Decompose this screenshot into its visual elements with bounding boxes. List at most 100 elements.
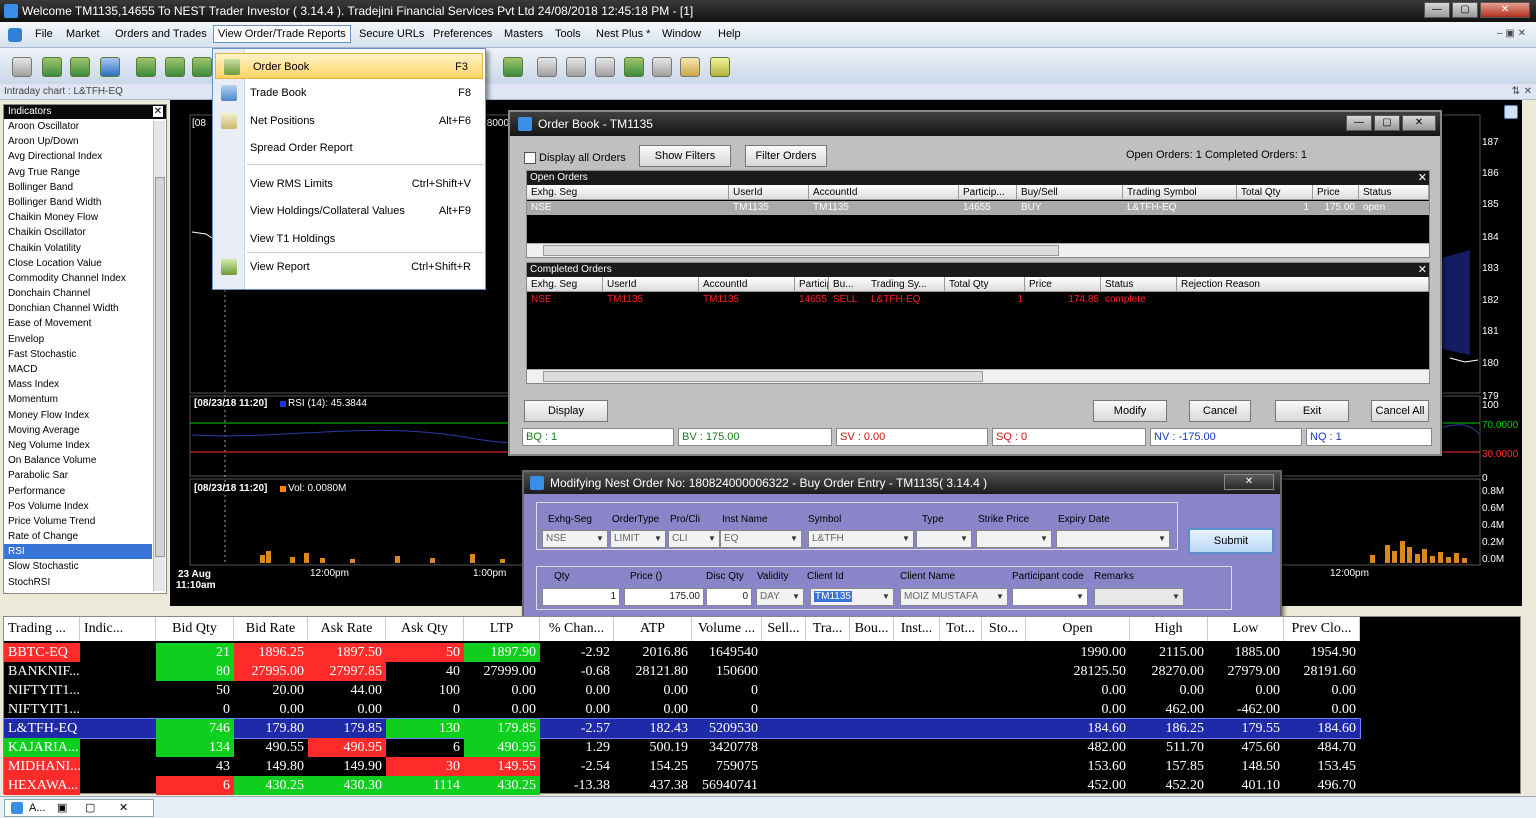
chevron-down-icon[interactable]: ▼: [880, 590, 892, 604]
modify-field-remarks[interactable]: ▼: [1094, 588, 1184, 606]
indicator-item[interactable]: Chaikin Volatility: [4, 241, 152, 256]
toolbar-button-11[interactable]: [595, 57, 615, 77]
completed-orders-column-header[interactable]: Rejection Reason: [1177, 277, 1429, 292]
market-watch-column-header[interactable]: Trading ...: [4, 617, 80, 641]
menu-window[interactable]: Window: [658, 27, 705, 41]
indicator-item[interactable]: Commodity Channel Index: [4, 271, 152, 286]
market-watch-row[interactable]: MIDHANI... 43 149.80 149.90 30 149.55 -2.54 154…: [4, 757, 1360, 776]
toolbar-button-13[interactable]: [652, 57, 672, 77]
hscroll-thumb[interactable]: [543, 245, 1059, 256]
modify-field-expiry-date[interactable]: ▼: [1056, 530, 1170, 548]
display-button[interactable]: Display: [524, 400, 608, 422]
taskbar-close-icon[interactable]: ✕: [119, 801, 128, 814]
market-watch-column-header[interactable]: Volume ...: [692, 617, 762, 641]
open-orders-column-header[interactable]: Exhg. Seg: [527, 185, 729, 200]
indicator-item[interactable]: Rate of Change: [4, 529, 152, 544]
pin-icon[interactable]: ⇅: [1512, 84, 1520, 99]
modify-order-close[interactable]: ✕: [1224, 474, 1274, 490]
completed-orders-close-icon[interactable]: ✕: [1418, 263, 1427, 276]
market-watch-column-header[interactable]: Sell...: [762, 617, 806, 641]
indicator-item[interactable]: On Balance Volume: [4, 453, 152, 468]
menu-item-view-holdings[interactable]: View Holdings/Collateral Values Alt+F9: [213, 198, 485, 224]
chevron-down-icon[interactable]: ▼: [594, 532, 606, 546]
show-filters-button[interactable]: Show Filters: [639, 145, 731, 167]
market-watch-column-header[interactable]: Bid Rate: [234, 617, 308, 641]
chevron-down-icon[interactable]: ▼: [1170, 590, 1182, 604]
modify-field-validity[interactable]: DAY ▼: [756, 588, 804, 606]
mdi-controls-icon[interactable]: – ▣ ✕: [1497, 28, 1526, 39]
chevron-down-icon[interactable]: ▼: [706, 532, 718, 546]
market-watch-row[interactable]: L&TFH-EQ 746 179.80 179.85 130 179.85 -2.57 182…: [3, 718, 1361, 739]
market-watch-column-header[interactable]: ATP: [614, 617, 692, 641]
filter-orders-button[interactable]: Filter Orders: [745, 145, 827, 167]
toolbar-button-5[interactable]: [136, 57, 156, 77]
modify-field-price-[interactable]: 175.00: [624, 588, 704, 606]
market-watch-column-header[interactable]: Tra...: [806, 617, 850, 641]
market-watch-row[interactable]: BBTC-EQ 21 1896.25 1897.50 50 1897.90 -2.92 201…: [4, 643, 1360, 662]
modify-field-ordertype[interactable]: LIMIT ▼: [610, 530, 666, 548]
market-watch-column-header[interactable]: LTP: [464, 617, 540, 641]
menu-help[interactable]: Help: [714, 27, 745, 41]
indicator-item[interactable]: Donchian Channel Width: [4, 301, 152, 316]
indicator-item[interactable]: Close Location Value: [4, 256, 152, 271]
indicator-item[interactable]: Moving Average: [4, 423, 152, 438]
modify-field-client-id[interactable]: TM1135 ▼: [810, 588, 894, 606]
indicator-item[interactable]: Parabolic Sar: [4, 468, 152, 483]
menu-masters[interactable]: Masters: [500, 27, 547, 41]
market-watch-row[interactable]: NIFTYIT1... 0 0.00 0.00 0 0.00 0.00 0.00 0 0.00 46…: [4, 700, 1360, 719]
menu-tools[interactable]: Tools: [551, 27, 585, 41]
menu-file[interactable]: File: [31, 27, 57, 41]
indicator-item[interactable]: Aroon Oscillator: [4, 119, 152, 134]
open-orders-column-header[interactable]: AccountId: [809, 185, 959, 200]
submit-button[interactable]: Submit: [1188, 528, 1274, 554]
completed-orders-column-header[interactable]: UserId: [603, 277, 699, 292]
toolbar-button-1[interactable]: [12, 57, 32, 77]
completed-order-row[interactable]: NSE TM1135 TM1135 14655 SELL L&TFH-EQ 1 174.85 c…: [527, 293, 1429, 307]
indicator-item[interactable]: Money Flow Index: [4, 408, 152, 423]
menu-nest-plus[interactable]: Nest Plus *: [592, 27, 654, 41]
completed-orders-column-header[interactable]: Status: [1101, 277, 1177, 292]
market-watch-column-header[interactable]: Bid Qty: [156, 617, 234, 641]
toolbar-button-10[interactable]: [566, 57, 586, 77]
modify-field-strike-price[interactable]: ▼: [976, 530, 1052, 548]
modify-field-client-name[interactable]: MOIZ MUSTAFA ▼: [900, 588, 1008, 606]
open-orders-hscroll[interactable]: [527, 243, 1429, 257]
completed-orders-column-header[interactable]: Total Qty: [945, 277, 1025, 292]
menu-item-trade-book[interactable]: Trade Book F8: [213, 80, 485, 106]
modify-field-participant-code[interactable]: ▼: [1012, 588, 1088, 606]
market-watch-column-header[interactable]: Ask Rate: [308, 617, 386, 641]
toolbar-button-14[interactable]: [680, 57, 700, 77]
indicator-item[interactable]: Avg Directional Index: [4, 149, 152, 164]
indicator-item[interactable]: Neg Volume Index: [4, 438, 152, 453]
taskbar-restore-icon[interactable]: ▣: [57, 801, 67, 814]
menu-item-view-t1-holdings[interactable]: View T1 Holdings: [213, 226, 485, 252]
modify-field-exhg-seg[interactable]: NSE ▼: [542, 530, 608, 548]
menu-orders-and-trades[interactable]: Orders and Trades: [111, 27, 211, 41]
modify-field-disc-qty[interactable]: 0: [706, 588, 752, 606]
indicator-item[interactable]: Donchain Channel: [4, 286, 152, 301]
indicator-item[interactable]: Avg True Range: [4, 165, 152, 180]
indicator-item[interactable]: Performance: [4, 484, 152, 499]
chevron-down-icon[interactable]: ▼: [994, 590, 1006, 604]
indicator-item[interactable]: Ease of Movement: [4, 316, 152, 331]
toolbar-button-4[interactable]: [100, 57, 120, 77]
completed-orders-hscroll[interactable]: [527, 369, 1429, 383]
menu-item-order-book[interactable]: Order Book F3: [215, 53, 483, 79]
toolbar-button-12[interactable]: [624, 57, 644, 77]
indicator-item[interactable]: StochRSI: [4, 575, 152, 590]
toolbar-button-9[interactable]: [537, 57, 557, 77]
toolbar-button-2[interactable]: [42, 57, 62, 77]
completed-orders-column-header[interactable]: Particip...: [795, 277, 829, 292]
open-orders-column-header[interactable]: Status: [1359, 185, 1429, 200]
modify-field-qty[interactable]: 1: [542, 588, 620, 606]
modify-field-inst-name[interactable]: EQ ▼: [720, 530, 802, 548]
chevron-down-icon[interactable]: ▼: [958, 532, 970, 546]
indicator-item[interactable]: Fast Stochastic: [4, 347, 152, 362]
cancel-all-button[interactable]: Cancel All: [1371, 400, 1429, 422]
app-menu-icon[interactable]: [8, 28, 22, 42]
taskbar-maximize-icon[interactable]: ▢: [85, 801, 95, 814]
market-watch-column-header[interactable]: Sto...: [982, 617, 1026, 641]
exit-button[interactable]: Exit: [1275, 400, 1349, 422]
market-watch-column-header[interactable]: Inst...: [894, 617, 940, 641]
indicator-item[interactable]: Chaikin Oscillator: [4, 225, 152, 240]
